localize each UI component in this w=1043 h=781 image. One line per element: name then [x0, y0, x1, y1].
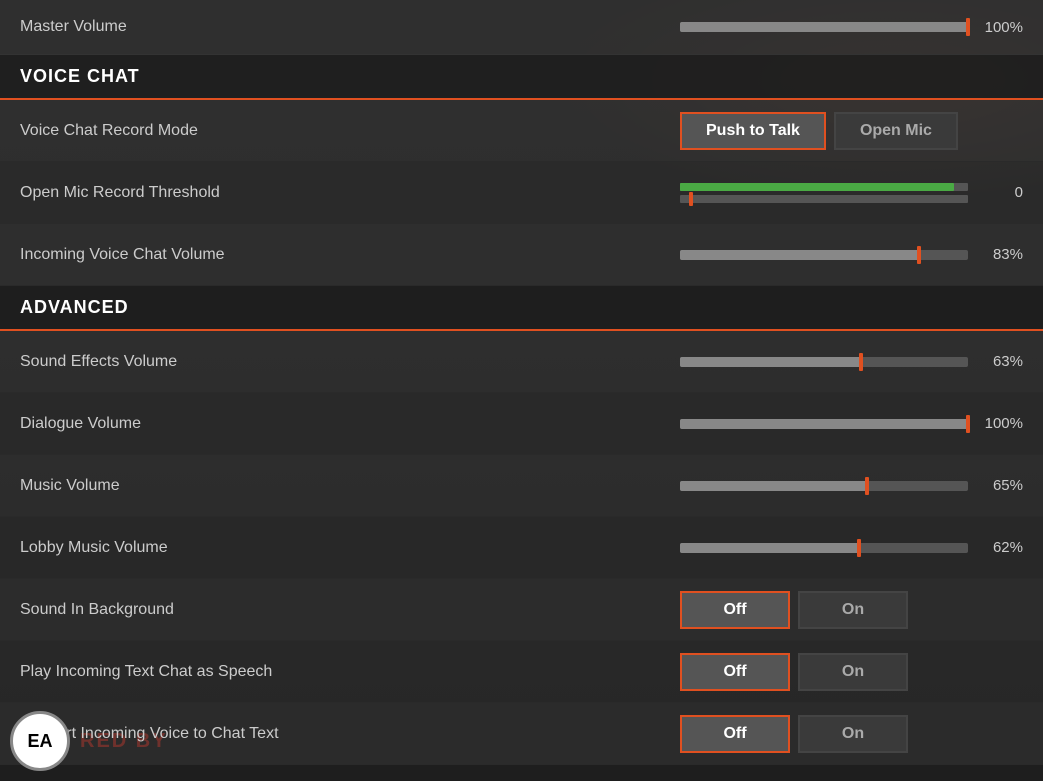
sound-effects-volume-container: 63%: [680, 353, 1023, 370]
music-volume-container: 65%: [680, 477, 1023, 494]
dialogue-volume-label: Dialogue Volume: [20, 415, 680, 433]
sound-in-background-row: Sound In Background Off On: [0, 579, 1043, 641]
convert-incoming-voice-row: Convert Incoming Voice to Chat Text Off …: [0, 703, 1043, 765]
lobby-music-volume-value: 62%: [978, 539, 1023, 556]
sound-in-background-off-button[interactable]: Off: [680, 591, 790, 629]
music-volume-fill: [680, 481, 867, 491]
convert-incoming-voice-label: Convert Incoming Voice to Chat Text: [20, 725, 680, 743]
master-volume-label: Master Volume: [20, 18, 680, 36]
dialogue-volume-container: 100%: [680, 415, 1023, 432]
ea-logo: EA: [10, 711, 70, 771]
incoming-voice-volume-row: Incoming Voice Chat Volume 83%: [0, 224, 1043, 286]
threshold-red-marker: [689, 192, 693, 206]
music-volume-track[interactable]: [680, 481, 968, 491]
open-mic-threshold-container: 0: [680, 183, 1023, 203]
threshold-green-track[interactable]: [680, 183, 968, 191]
dialogue-volume-fill: [680, 419, 968, 429]
play-incoming-text-on-button[interactable]: On: [798, 653, 908, 691]
sound-in-background-toggle: Off On: [680, 591, 908, 629]
sound-in-background-label: Sound In Background: [20, 601, 680, 619]
open-mic-threshold-row: Open Mic Record Threshold 0: [0, 162, 1043, 224]
threshold-green-fill: [680, 183, 954, 191]
sound-in-background-on-button[interactable]: On: [798, 591, 908, 629]
incoming-voice-volume-thumb: [917, 246, 921, 264]
incoming-voice-volume-container: 83%: [680, 246, 1023, 263]
lobby-music-volume-row: Lobby Music Volume 62%: [0, 517, 1043, 579]
advanced-section-label: ADVANCED: [20, 297, 129, 318]
convert-incoming-voice-toggle: Off On: [680, 715, 908, 753]
dialogue-volume-track[interactable]: [680, 419, 968, 429]
sound-effects-volume-fill: [680, 357, 861, 367]
incoming-voice-volume-fill: [680, 250, 919, 260]
voice-chat-section-label: VOICE CHAT: [20, 66, 140, 87]
incoming-voice-volume-track[interactable]: [680, 250, 968, 260]
dialogue-volume-row: Dialogue Volume 100%: [0, 393, 1043, 455]
lobby-music-volume-container: 62%: [680, 539, 1023, 556]
open-mic-threshold-label: Open Mic Record Threshold: [20, 184, 680, 202]
music-volume-label: Music Volume: [20, 477, 680, 495]
incoming-voice-volume-value: 83%: [978, 246, 1023, 263]
incoming-voice-volume-label: Incoming Voice Chat Volume: [20, 246, 680, 264]
voice-chat-record-mode-label: Voice Chat Record Mode: [20, 122, 680, 140]
master-volume-thumb: [966, 18, 970, 36]
dialogue-volume-value: 100%: [978, 415, 1023, 432]
lobby-music-volume-track[interactable]: [680, 543, 968, 553]
lobby-music-volume-thumb: [857, 539, 861, 557]
master-volume-fill: [680, 22, 968, 32]
play-incoming-text-off-button[interactable]: Off: [680, 653, 790, 691]
sound-effects-volume-thumb: [859, 353, 863, 371]
play-incoming-text-row: Play Incoming Text Chat as Speech Off On: [0, 641, 1043, 703]
master-volume-row: Master Volume 100%: [0, 0, 1043, 55]
sound-effects-volume-track[interactable]: [680, 357, 968, 367]
lobby-music-volume-label: Lobby Music Volume: [20, 539, 680, 557]
music-volume-thumb: [865, 477, 869, 495]
play-incoming-text-toggle: Off On: [680, 653, 908, 691]
sound-effects-volume-row: Sound Effects Volume 63%: [0, 331, 1043, 393]
play-incoming-text-label: Play Incoming Text Chat as Speech: [20, 663, 680, 681]
music-volume-row: Music Volume 65%: [0, 455, 1043, 517]
convert-incoming-voice-off-button[interactable]: Off: [680, 715, 790, 753]
sound-effects-volume-value: 63%: [978, 353, 1023, 370]
voice-chat-section-header: VOICE CHAT: [0, 55, 1043, 100]
convert-incoming-voice-on-button[interactable]: On: [798, 715, 908, 753]
music-volume-value: 65%: [978, 477, 1023, 494]
voice-chat-record-mode-row: Voice Chat Record Mode Push to Talk Open…: [0, 100, 1043, 162]
sound-effects-volume-label: Sound Effects Volume: [20, 353, 680, 371]
open-mic-threshold-value: 0: [978, 184, 1023, 201]
dialogue-volume-thumb: [966, 415, 970, 433]
master-volume-track[interactable]: [680, 22, 968, 32]
lobby-music-volume-fill: [680, 543, 859, 553]
master-volume-value: 100%: [978, 19, 1023, 36]
advanced-section-header: ADVANCED: [0, 286, 1043, 331]
open-mic-button[interactable]: Open Mic: [834, 112, 958, 150]
voice-chat-record-mode-toggle: Push to Talk Open Mic: [680, 112, 958, 150]
push-to-talk-button[interactable]: Push to Talk: [680, 112, 826, 150]
settings-panel: Master Volume 100% VOICE CHAT Voice Chat…: [0, 0, 1043, 781]
master-volume-slider-container: 100%: [680, 19, 1023, 36]
threshold-red-track[interactable]: [680, 195, 968, 203]
